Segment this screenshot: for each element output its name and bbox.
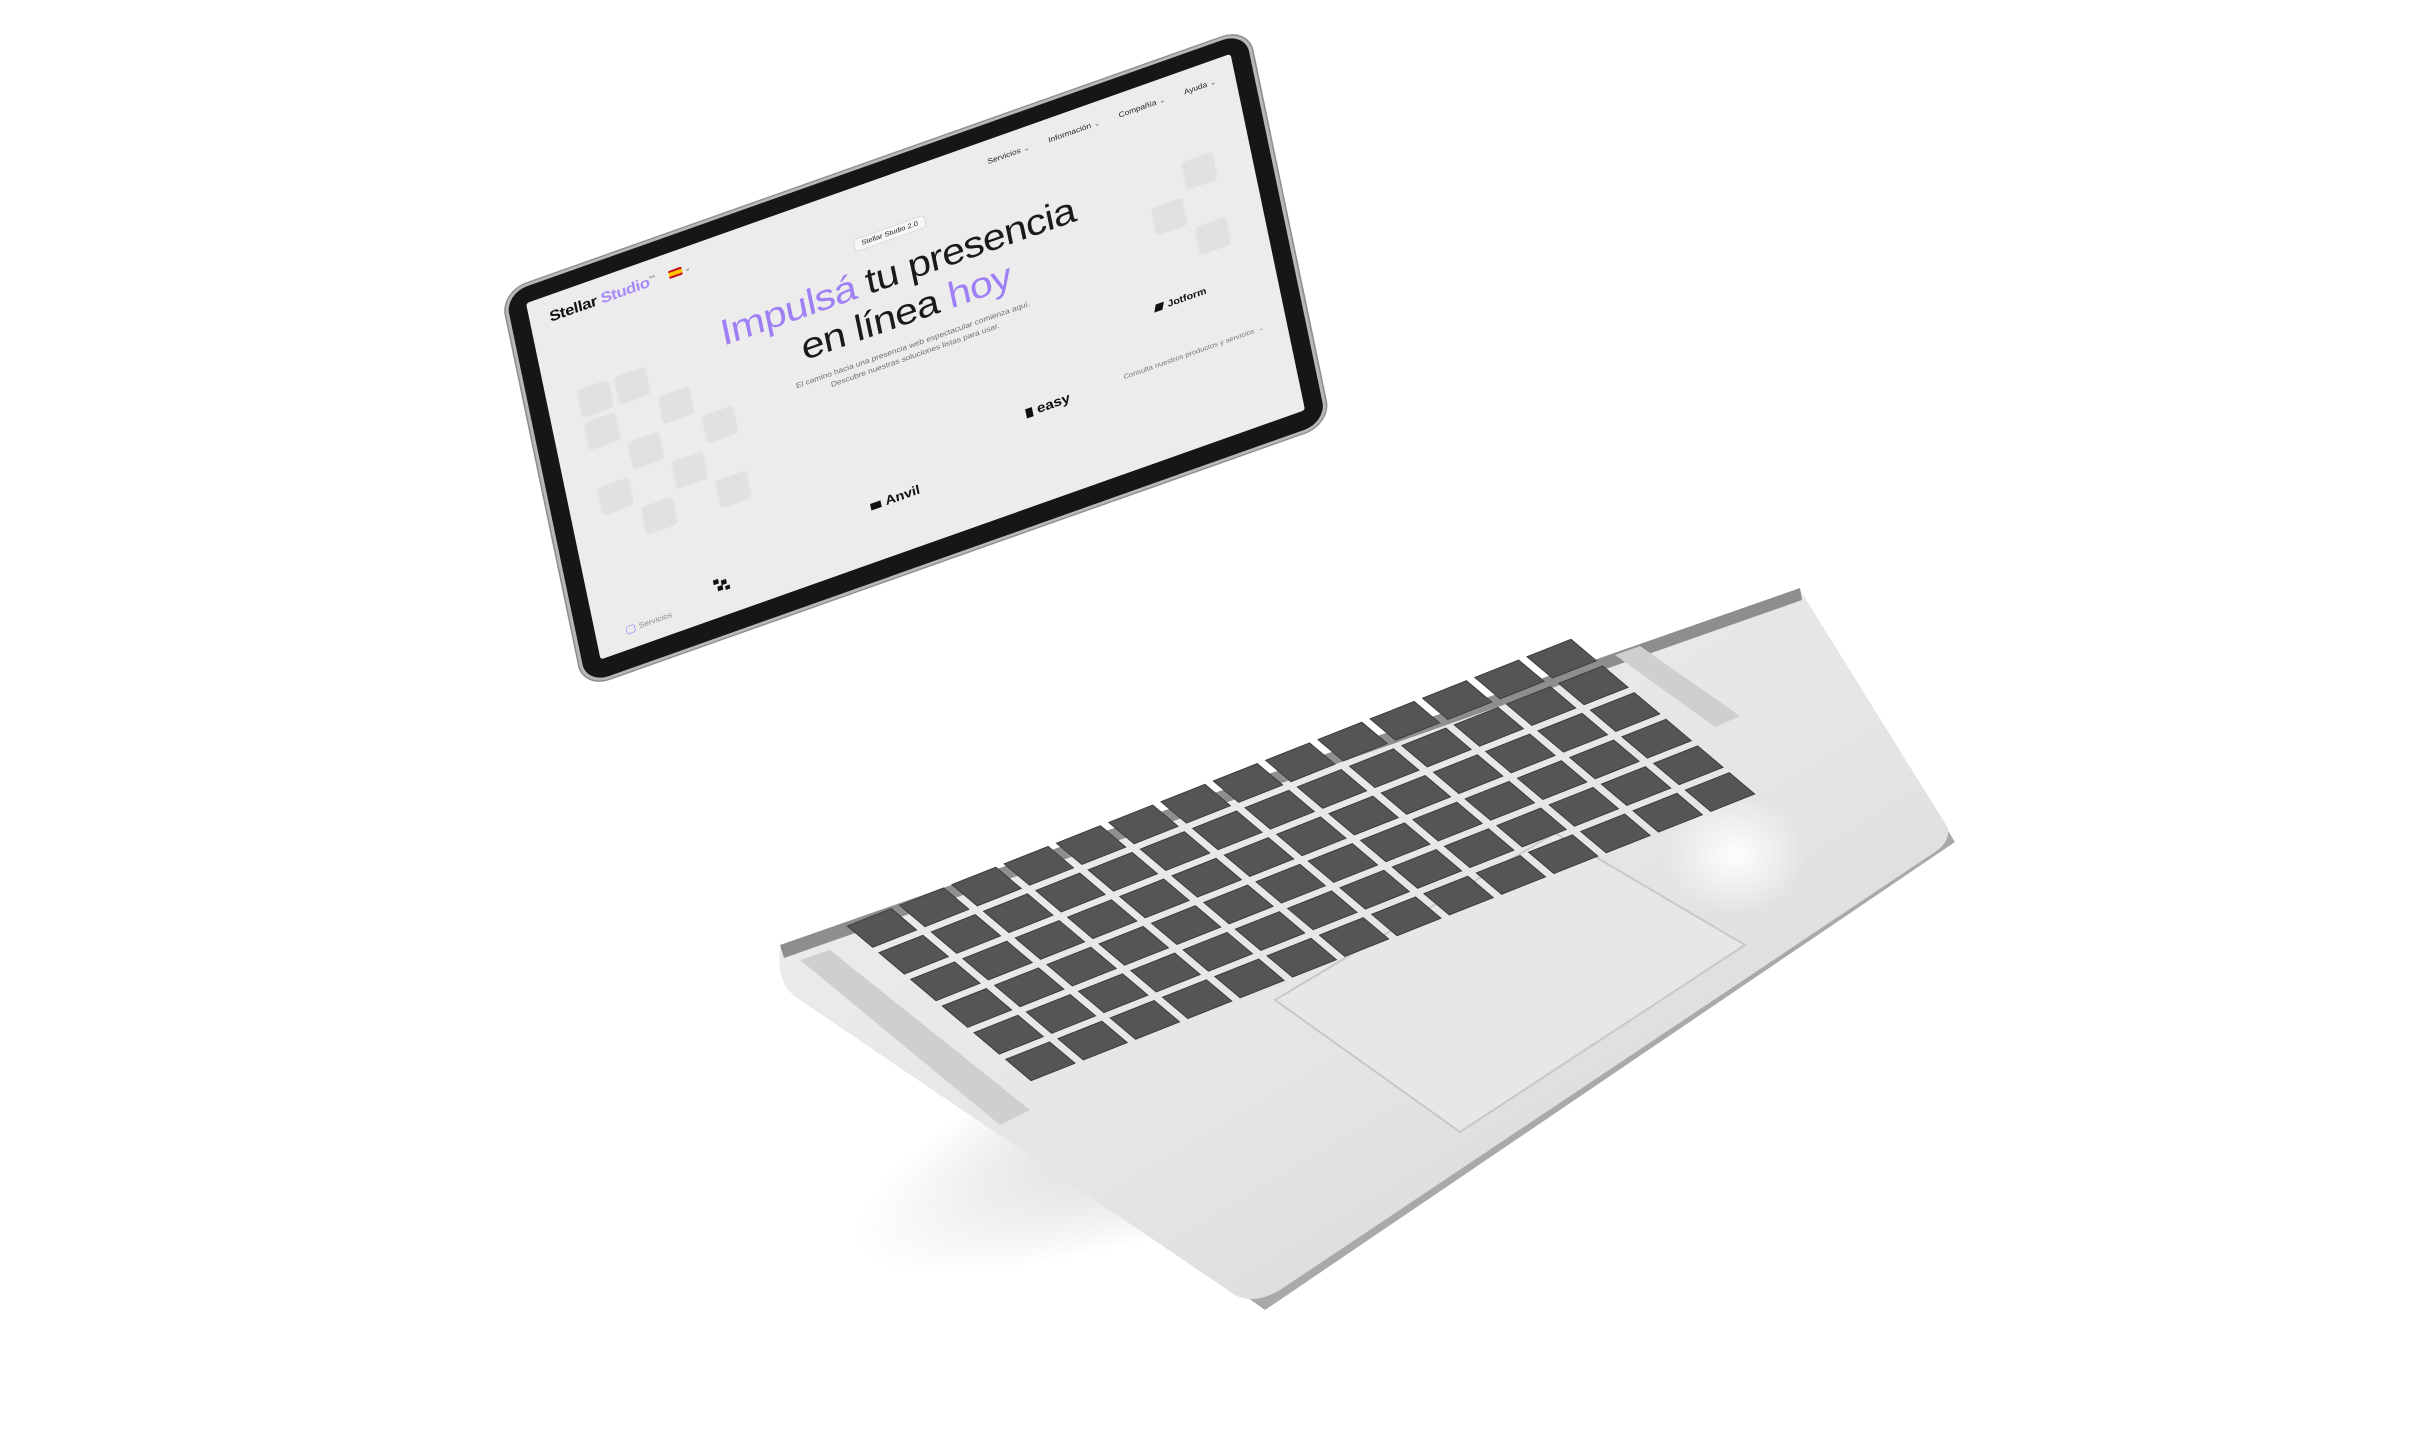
chevron-down-icon: ⌄ [683, 263, 691, 273]
chevron-down-icon: ⌄ [1022, 143, 1030, 153]
chevron-down-icon: ⌄ [1158, 95, 1166, 105]
logo-accent-text: Studio [599, 273, 652, 307]
section-tag-servicios[interactable]: Servicios [625, 610, 673, 635]
decor-tile [596, 476, 635, 517]
nav-label: Información [1047, 121, 1092, 145]
partner-name: Jotform [1166, 284, 1208, 309]
chevron-down-icon: ⌄ [1209, 77, 1217, 87]
nav-item-ayuda[interactable]: Ayuda ⌄ [1183, 78, 1216, 97]
laptop-mockup: Stellar Studio™ ⌄ Servicios ⌄ Información… [0, 0, 2432, 1442]
jotform-icon [1154, 301, 1164, 313]
anvil-icon [870, 500, 882, 511]
easy-icon [1025, 406, 1034, 419]
partner-logo-anvil: Anvil [869, 483, 921, 515]
spain-flag-icon [668, 266, 684, 279]
services-icon [625, 623, 637, 635]
nav-item-servicios[interactable]: Servicios ⌄ [986, 143, 1030, 167]
logo-trademark: ™ [648, 273, 656, 283]
language-selector[interactable]: ⌄ [668, 264, 691, 279]
partner-logo-easy: easy [1024, 391, 1071, 422]
logo-text: Stellar [547, 292, 599, 326]
nav-item-informacion[interactable]: Información ⌄ [1048, 119, 1101, 145]
partner-logo-jotform: Jotform [1154, 285, 1207, 314]
section-tag-label: Servicios [638, 610, 673, 631]
decor-tile [670, 450, 709, 491]
partner-name: Anvil [884, 482, 922, 509]
chevron-down-icon: ⌄ [1093, 119, 1101, 128]
partner-logo-pixel [711, 574, 732, 596]
nav-label: Compañía [1117, 98, 1158, 120]
pixel-logo-icon [712, 578, 731, 592]
nav-item-compania[interactable]: Compañía ⌄ [1118, 96, 1166, 120]
nav-label: Ayuda [1183, 80, 1208, 97]
partner-name: easy [1035, 390, 1072, 417]
nav-label: Servicios [986, 146, 1022, 167]
